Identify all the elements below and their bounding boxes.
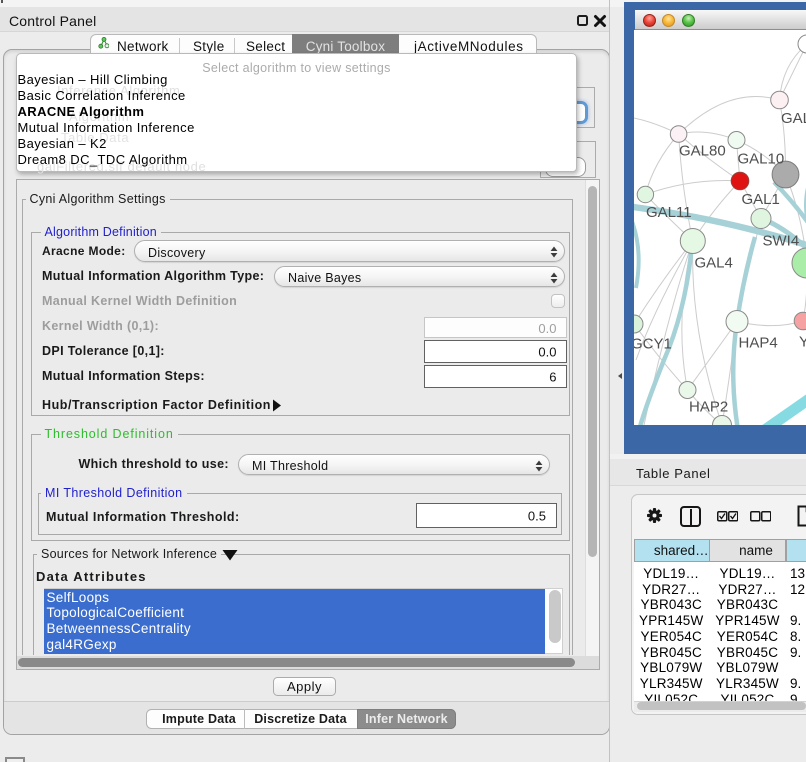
svg-text:SWI4: SWI4 <box>763 233 800 250</box>
svg-text:GAL11: GAL11 <box>646 204 692 221</box>
svg-text:GAL1: GAL1 <box>742 191 780 208</box>
svg-text:GCY1: GCY1 <box>634 336 672 353</box>
svg-text:GAL4: GAL4 <box>695 255 733 272</box>
svg-text:GAL: GAL <box>781 110 806 127</box>
svg-text:HAP4: HAP4 <box>739 335 778 352</box>
svg-text:GAL10: GAL10 <box>738 151 785 168</box>
svg-text:GAL80: GAL80 <box>679 143 726 160</box>
svg-text:Y: Y <box>799 334 806 351</box>
svg-text:HAP2: HAP2 <box>689 399 728 416</box>
